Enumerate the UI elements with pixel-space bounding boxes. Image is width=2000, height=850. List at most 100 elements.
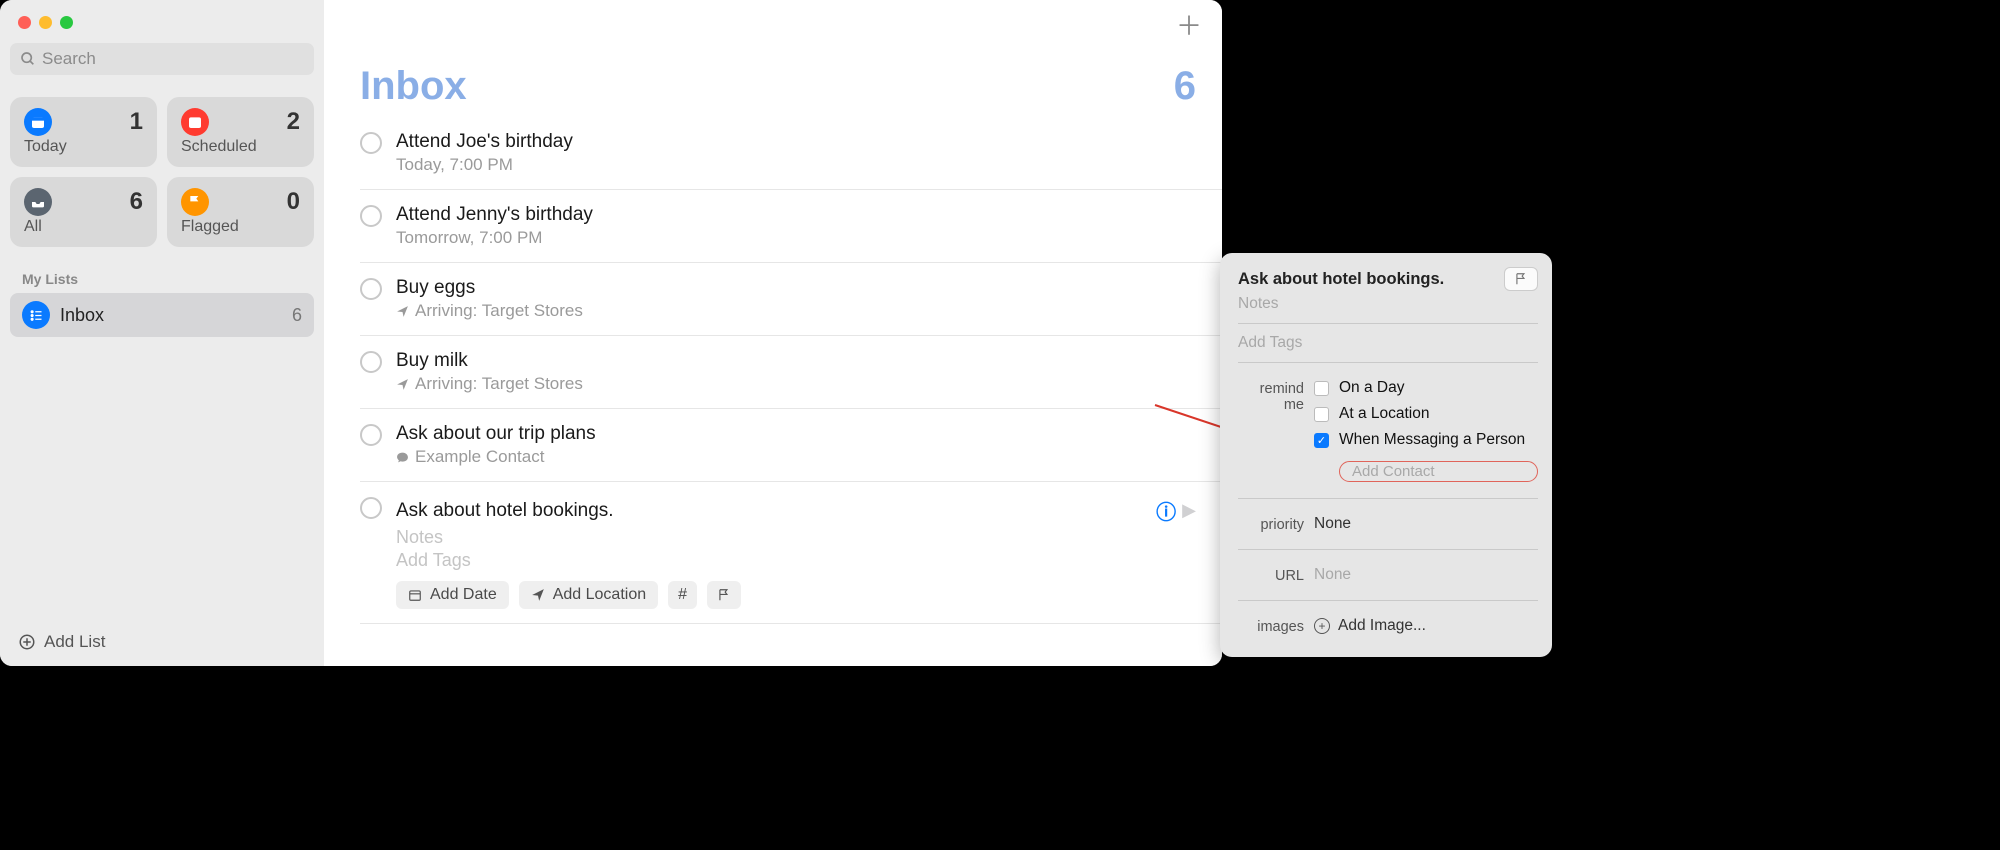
smart-flagged[interactable]: 0 Flagged: [167, 177, 314, 247]
complete-toggle[interactable]: [360, 497, 382, 519]
add-contact-field[interactable]: Add Contact: [1339, 461, 1538, 482]
reminder-title[interactable]: Ask about hotel bookings.: [396, 500, 1156, 522]
zoom-window-button[interactable]: [60, 16, 73, 29]
main-toolbar: ＋: [324, 0, 1222, 48]
sidebar: Search 1 Today 2 Scheduled: [0, 0, 324, 666]
location-arrow-icon: [531, 588, 545, 602]
smart-scheduled-label: Scheduled: [181, 138, 300, 156]
reminder-title: Buy milk: [396, 350, 1196, 372]
search-placeholder: Search: [42, 49, 96, 69]
calendar-today-icon: [24, 108, 52, 136]
add-image-button[interactable]: + Add Image...: [1314, 617, 1538, 635]
complete-toggle[interactable]: [360, 132, 382, 154]
smart-flagged-label: Flagged: [181, 218, 300, 236]
info-button[interactable]: ⓘ: [1156, 496, 1176, 525]
reminder-subtitle: Example Contact: [396, 447, 1196, 467]
detail-tags-field[interactable]: Add Tags: [1238, 334, 1538, 352]
smart-today-count: 1: [130, 108, 143, 136]
remind-when-messaging-checkbox[interactable]: ✓ When Messaging a Person: [1314, 431, 1538, 449]
search-icon: [20, 51, 36, 67]
remind-on-day-checkbox[interactable]: On a Day: [1314, 379, 1538, 397]
complete-toggle[interactable]: [360, 278, 382, 300]
remind-me-label: remind me: [1238, 379, 1304, 413]
reminder-row[interactable]: Attend Joe's birthday Today, 7:00 PM: [360, 117, 1222, 190]
url-label: URL: [1238, 566, 1304, 584]
smart-list-grid: 1 Today 2 Scheduled 6: [10, 97, 314, 247]
list-count: 6: [1174, 64, 1196, 109]
main-content: ＋ Inbox 6 Attend Joe's birthday Today, 7…: [324, 0, 1222, 666]
remind-at-location-checkbox[interactable]: At a Location: [1314, 405, 1538, 423]
smart-flagged-count: 0: [287, 188, 300, 216]
add-tag-chip[interactable]: #: [668, 581, 697, 609]
chat-bubble-icon: [396, 451, 409, 464]
add-date-chip[interactable]: Add Date: [396, 581, 509, 609]
plus-circle-icon: +: [1314, 618, 1330, 634]
minimize-window-button[interactable]: [39, 16, 52, 29]
smart-scheduled-count: 2: [287, 108, 300, 136]
reminder-title: Buy eggs: [396, 277, 1196, 299]
reminder-list: Attend Joe's birthday Today, 7:00 PM Att…: [324, 117, 1222, 634]
reminders-window: Search 1 Today 2 Scheduled: [0, 0, 1222, 666]
calendar-icon: [408, 588, 422, 602]
close-window-button[interactable]: [18, 16, 31, 29]
smart-today-label: Today: [24, 138, 143, 156]
calendar-icon: [181, 108, 209, 136]
window-controls: [10, 10, 314, 43]
flag-icon: [717, 588, 731, 602]
images-label: images: [1238, 617, 1304, 635]
smart-all-label: All: [24, 218, 143, 236]
add-list-label: Add List: [44, 632, 105, 652]
detail-flag-button[interactable]: [1504, 267, 1538, 291]
reminder-row-editing[interactable]: Ask about hotel bookings. ⓘ ▶ Notes Add …: [360, 482, 1222, 624]
checkbox-icon: [1314, 381, 1329, 396]
flag-chip[interactable]: [707, 581, 741, 609]
complete-toggle[interactable]: [360, 424, 382, 446]
reminder-title: Ask about our trip plans: [396, 423, 1196, 445]
quick-action-row: Add Date Add Location #: [396, 581, 1196, 609]
reminder-detail-popover: Ask about hotel bookings. Notes Add Tags…: [1220, 253, 1552, 657]
url-field[interactable]: None: [1314, 566, 1538, 584]
location-arrow-icon: [396, 305, 409, 318]
sidebar-list-inbox[interactable]: Inbox 6: [10, 293, 314, 337]
new-reminder-button[interactable]: ＋: [1176, 6, 1202, 43]
reminder-title: Attend Joe's birthday: [396, 131, 1196, 153]
priority-label: priority: [1238, 515, 1304, 533]
reminder-subtitle: Arriving: Target Stores: [396, 301, 1196, 321]
location-arrow-icon: [396, 378, 409, 391]
sidebar-list-count: 6: [292, 305, 302, 326]
sidebar-list-label: Inbox: [60, 305, 292, 326]
list-icon: [22, 301, 50, 329]
checkbox-checked-icon: ✓: [1314, 433, 1329, 448]
reminder-subtitle: Arriving: Target Stores: [396, 374, 1196, 394]
complete-toggle[interactable]: [360, 205, 382, 227]
checkbox-icon: [1314, 407, 1329, 422]
my-lists-header: My Lists: [10, 267, 314, 293]
reminder-row[interactable]: Buy milk Arriving: Target Stores: [360, 336, 1222, 409]
detail-notes-field[interactable]: Notes: [1238, 295, 1538, 313]
flag-icon: [1514, 272, 1528, 286]
tray-icon: [24, 188, 52, 216]
priority-selector[interactable]: None: [1314, 515, 1538, 533]
plus-circle-icon: [18, 633, 36, 651]
smart-today[interactable]: 1 Today: [10, 97, 157, 167]
main-header: Inbox 6: [324, 48, 1222, 117]
list-title: Inbox: [360, 64, 467, 109]
add-location-chip[interactable]: Add Location: [519, 581, 658, 609]
reminder-title: Attend Jenny's birthday: [396, 204, 1196, 226]
complete-toggle[interactable]: [360, 351, 382, 373]
flag-icon: [181, 188, 209, 216]
smart-scheduled[interactable]: 2 Scheduled: [167, 97, 314, 167]
tags-field[interactable]: Add Tags: [396, 550, 1196, 571]
smart-all[interactable]: 6 All: [10, 177, 157, 247]
reminder-subtitle: Today, 7:00 PM: [396, 155, 1196, 175]
search-input[interactable]: Search: [10, 43, 314, 75]
notes-field[interactable]: Notes: [396, 527, 1196, 548]
detail-title[interactable]: Ask about hotel bookings.: [1238, 270, 1444, 289]
reminder-row[interactable]: Ask about our trip plans Example Contact: [360, 409, 1222, 482]
reminder-subtitle: Tomorrow, 7:00 PM: [396, 228, 1196, 248]
reminder-row[interactable]: Attend Jenny's birthday Tomorrow, 7:00 P…: [360, 190, 1222, 263]
add-list-button[interactable]: Add List: [10, 620, 314, 666]
smart-all-count: 6: [130, 188, 143, 216]
reminder-row[interactable]: Buy eggs Arriving: Target Stores: [360, 263, 1222, 336]
detail-pointer-icon: ▶: [1182, 500, 1196, 521]
